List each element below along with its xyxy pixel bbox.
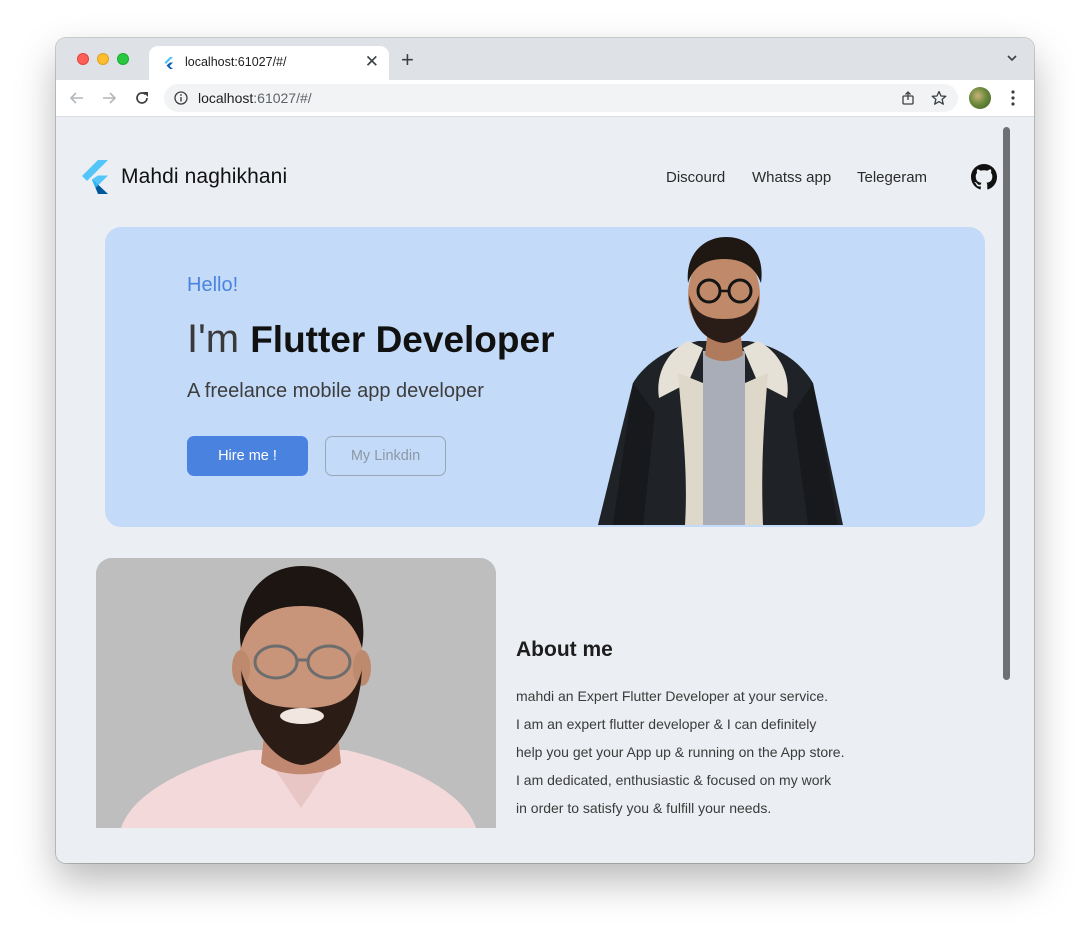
about-line-3: help you get your App up & running on th… bbox=[516, 744, 845, 760]
maximize-window-button[interactable] bbox=[117, 53, 129, 65]
about-line-1: mahdi an Expert Flutter Developer at you… bbox=[516, 688, 829, 704]
page-viewport: Mahdi naghikhani Discourd Whatss app Tel… bbox=[56, 118, 1034, 863]
about-line-5: in order to satisfy you & fulfill your n… bbox=[516, 800, 772, 816]
about-line-2: I am an expert flutter developer & I can… bbox=[516, 716, 817, 732]
browser-tab[interactable]: localhost:61027/#/ ✕ bbox=[149, 46, 389, 80]
reload-icon[interactable] bbox=[133, 89, 151, 107]
linkedin-button[interactable]: My Linkdin bbox=[325, 436, 446, 476]
hero-subtitle: A freelance mobile app developer bbox=[187, 380, 484, 402]
hire-me-button[interactable]: Hire me ! bbox=[187, 436, 308, 476]
forward-arrow-icon[interactable] bbox=[100, 89, 118, 107]
hero-headline: I'm Flutter Developer bbox=[187, 317, 554, 362]
about-title: About me bbox=[516, 638, 613, 661]
about-portrait-image bbox=[96, 558, 496, 828]
nav-link-whatsapp[interactable]: Whatss app bbox=[752, 169, 831, 186]
brand-name[interactable]: Mahdi naghikhani bbox=[121, 165, 287, 189]
back-arrow-icon[interactable] bbox=[68, 89, 86, 107]
hero-greeting: Hello! bbox=[187, 274, 239, 296]
url-path: :61027/#/ bbox=[253, 90, 312, 106]
about-portrait-drawing bbox=[96, 558, 496, 828]
url-host: localhost bbox=[198, 90, 254, 106]
nav-link-discord[interactable]: Discourd bbox=[666, 169, 725, 186]
hero-headline-prefix: I'm bbox=[187, 317, 251, 361]
share-icon[interactable] bbox=[900, 90, 916, 106]
more-menu-icon[interactable] bbox=[1007, 89, 1019, 107]
tab-search-chevron-icon[interactable] bbox=[1006, 52, 1018, 64]
close-window-button[interactable] bbox=[77, 53, 89, 65]
hero-banner: Hello! I'm Flutter Developer A freelance… bbox=[105, 227, 985, 527]
github-icon[interactable] bbox=[971, 164, 997, 190]
tab-title: localhost:61027/#/ bbox=[185, 55, 287, 69]
site-info-icon[interactable] bbox=[174, 91, 188, 105]
bookmark-star-icon[interactable] bbox=[931, 90, 947, 106]
browser-toolbar: localhost:61027/#/ bbox=[56, 80, 1034, 117]
new-tab-button[interactable]: + bbox=[401, 48, 414, 72]
nav-link-telegram[interactable]: Telegeram bbox=[857, 169, 927, 186]
flutter-logo-icon bbox=[82, 160, 108, 194]
flutter-favicon-icon bbox=[164, 57, 173, 69]
minimize-window-button[interactable] bbox=[97, 53, 109, 65]
url-text: localhost:61027/#/ bbox=[198, 90, 312, 106]
scrollbar-thumb[interactable] bbox=[1003, 127, 1010, 680]
hero-portrait-image bbox=[598, 237, 843, 525]
profile-avatar[interactable] bbox=[969, 87, 991, 109]
close-tab-icon[interactable]: ✕ bbox=[365, 52, 379, 72]
about-line-4: I am dedicated, enthusiastic & focused o… bbox=[516, 772, 832, 788]
browser-window: localhost:61027/#/ ✕ + localhost:61027/#… bbox=[56, 38, 1034, 863]
tab-strip: localhost:61027/#/ ✕ + bbox=[56, 38, 1034, 80]
address-bar[interactable]: localhost:61027/#/ bbox=[164, 84, 958, 112]
hero-role: Flutter Developer bbox=[250, 319, 555, 360]
